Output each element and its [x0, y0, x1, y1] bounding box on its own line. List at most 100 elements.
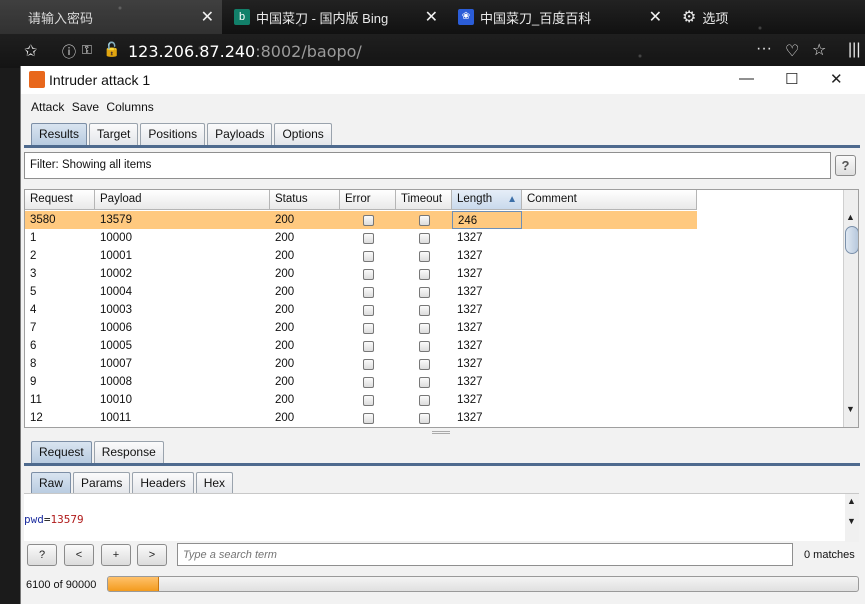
pane-splitter[interactable] — [21, 430, 865, 436]
tab-results[interactable]: Results — [31, 123, 88, 145]
key-icon[interactable]: ⚿ — [82, 42, 92, 58]
star-gear-icon[interactable]: ✩ — [24, 41, 37, 61]
tab-options[interactable]: Options — [274, 123, 332, 145]
browser-tab-password[interactable]: 请输入密码 ✕ — [0, 0, 222, 34]
checkbox[interactable] — [362, 394, 374, 406]
bookmark-star-icon[interactable]: ☆ — [812, 40, 826, 60]
tab-target[interactable]: Target — [89, 123, 139, 145]
checkbox[interactable] — [418, 412, 430, 424]
table-row[interactable]: 4 10003 200 1327 — [25, 301, 697, 319]
cell-comment — [522, 247, 697, 265]
pocket-icon[interactable]: ♡ — [785, 41, 799, 61]
checkbox[interactable] — [418, 304, 430, 316]
checkbox[interactable] — [418, 250, 430, 262]
checkbox[interactable] — [418, 322, 430, 334]
tab-raw[interactable]: Raw — [31, 472, 72, 494]
close-icon[interactable]: ✕ — [201, 7, 214, 27]
checkbox[interactable] — [418, 394, 430, 406]
table-row[interactable]: 8 10007 200 1327 — [25, 355, 697, 373]
url-field[interactable]: 123.206.87.240:8002/baopo/ — [128, 42, 362, 61]
column-comment[interactable]: Comment — [522, 190, 697, 210]
browser-tab-options[interactable]: ⚙ 选项 — [672, 0, 792, 34]
tab-request[interactable]: Request — [31, 441, 92, 463]
table-row[interactable]: 5 10004 200 1327 — [25, 283, 697, 301]
scroll-down-icon[interactable]: ▼ — [846, 404, 855, 414]
column-length[interactable]: Length ▲ — [452, 190, 522, 210]
checkbox[interactable] — [362, 322, 374, 334]
checkbox[interactable] — [418, 376, 430, 388]
info-icon[interactable]: ⓘ — [62, 42, 76, 62]
tab-payloads[interactable]: Payloads — [207, 123, 273, 145]
table-row[interactable]: 12 10011 200 1327 — [25, 409, 697, 427]
browser-tab-bing[interactable]: b 中国菜刀 - 国内版 Bing ✕ — [224, 0, 446, 34]
table-row[interactable]: 3580 13579 200 246 — [25, 211, 697, 229]
maximize-icon[interactable]: ☐ — [785, 70, 798, 88]
close-icon[interactable]: ✕ — [425, 7, 438, 27]
checkbox[interactable] — [362, 214, 374, 226]
menu-attack[interactable]: Attack — [31, 100, 64, 114]
filter-help-button[interactable]: ? — [835, 155, 856, 176]
table-row[interactable]: 2 10001 200 1327 — [25, 247, 697, 265]
scroll-up-icon[interactable]: ▲ — [847, 496, 856, 506]
tab-response[interactable]: Response — [93, 441, 164, 463]
filter-text: Filter: Showing all items — [30, 159, 152, 171]
cell-request: 3 — [30, 268, 37, 280]
table-row[interactable]: 6 10005 200 1327 — [25, 337, 697, 355]
search-next-button[interactable]: > — [137, 544, 167, 566]
request-editor[interactable]: pwd=13579 ▲ ▼ — [24, 493, 859, 542]
search-input[interactable] — [177, 543, 793, 566]
checkbox[interactable] — [418, 232, 430, 244]
checkbox[interactable] — [362, 286, 374, 298]
table-vertical-scrollbar[interactable]: ▲ ▼ — [843, 190, 858, 427]
main-tabs: Results Target Positions Payloads Option… — [31, 123, 334, 145]
table-row[interactable]: 7 10006 200 1327 — [25, 319, 697, 337]
checkbox[interactable] — [418, 214, 430, 226]
tab-hex[interactable]: Hex — [195, 472, 234, 494]
filter-bar[interactable]: Filter: Showing all items — [24, 152, 831, 179]
table-row[interactable]: 3 10002 200 1327 — [25, 265, 697, 283]
checkbox[interactable] — [418, 358, 430, 370]
column-request[interactable]: Request — [25, 190, 95, 210]
library-icon[interactable]: ||| — [848, 41, 860, 59]
column-error[interactable]: Error — [340, 190, 396, 210]
search-help-button[interactable]: ? — [27, 544, 57, 566]
close-icon[interactable]: ✕ — [649, 7, 662, 27]
table-row[interactable]: 1 10000 200 1327 — [25, 229, 697, 247]
browser-url-bar: ✩ ⓘ ⚿ 🔓 123.206.87.240:8002/baopo/ ··· ♡… — [0, 34, 865, 68]
editor-scrollbar[interactable]: ▲ ▼ — [845, 494, 859, 542]
close-window-icon[interactable]: ✕ — [830, 70, 843, 88]
tab-params[interactable]: Params — [73, 472, 131, 494]
tab-positions[interactable]: Positions — [140, 123, 206, 145]
search-add-button[interactable]: + — [101, 544, 131, 566]
scroll-down-icon[interactable]: ▼ — [847, 516, 856, 526]
insecure-lock-icon[interactable]: 🔓 — [103, 41, 120, 58]
checkbox[interactable] — [362, 250, 374, 262]
cell-request: 6 — [30, 340, 37, 352]
results-table: Request Payload Status Error Timeout Len… — [24, 189, 859, 428]
menu-save[interactable]: Save — [72, 100, 99, 114]
checkbox[interactable] — [362, 376, 374, 388]
minimize-icon[interactable]: — — [739, 70, 754, 87]
scroll-up-icon[interactable]: ▲ — [846, 212, 855, 222]
checkbox[interactable] — [362, 340, 374, 352]
browser-tab-baike[interactable]: ❀ 中国菜刀_百度百科 ✕ — [448, 0, 670, 34]
table-row[interactable]: 9 10008 200 1327 — [25, 373, 697, 391]
column-timeout[interactable]: Timeout — [396, 190, 452, 210]
table-row[interactable]: 11 10010 200 1327 — [25, 391, 697, 409]
more-icon[interactable]: ··· — [756, 40, 772, 58]
checkbox[interactable] — [362, 304, 374, 316]
search-prev-button[interactable]: < — [64, 544, 94, 566]
checkbox[interactable] — [418, 286, 430, 298]
checkbox[interactable] — [362, 232, 374, 244]
checkbox[interactable] — [362, 358, 374, 370]
column-status[interactable]: Status — [270, 190, 340, 210]
checkbox[interactable] — [362, 268, 374, 280]
scroll-thumb[interactable] — [845, 226, 858, 254]
menu-columns[interactable]: Columns — [106, 100, 153, 114]
cell-timeout — [396, 211, 452, 229]
checkbox[interactable] — [418, 340, 430, 352]
column-payload[interactable]: Payload — [95, 190, 270, 210]
tab-headers[interactable]: Headers — [132, 472, 194, 494]
checkbox[interactable] — [418, 268, 430, 280]
checkbox[interactable] — [362, 412, 374, 424]
